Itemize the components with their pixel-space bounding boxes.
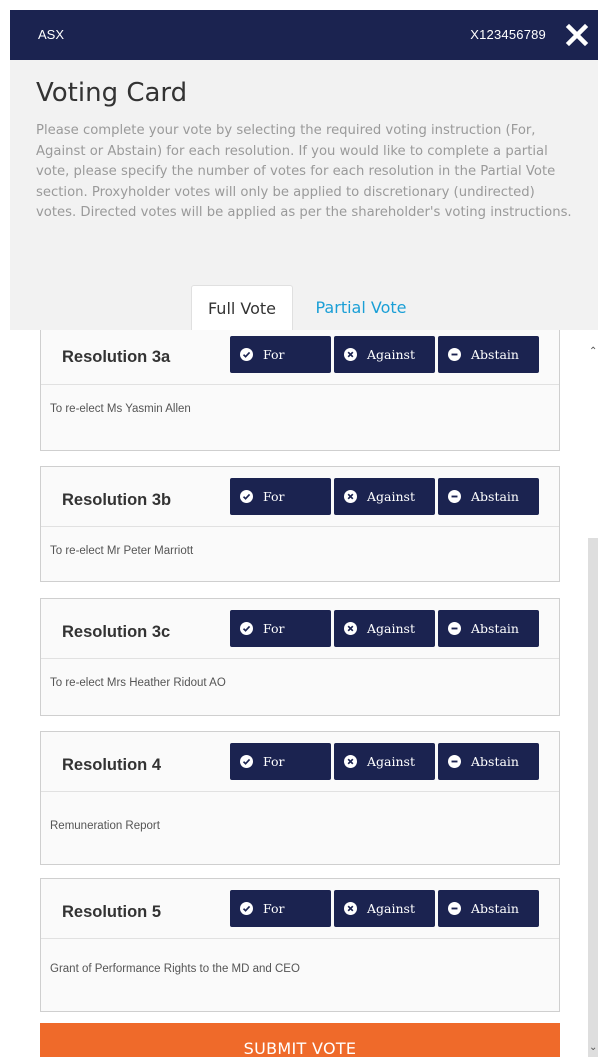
- close-icon[interactable]: [560, 18, 594, 52]
- scroll-down-icon[interactable]: ⌄: [589, 1042, 597, 1053]
- abstain-button[interactable]: Abstain: [438, 890, 539, 927]
- submit-vote-button[interactable]: SUBMIT VOTE: [40, 1023, 560, 1057]
- for-label: For: [263, 754, 285, 769]
- scroll-up-icon[interactable]: ⌃: [589, 346, 597, 357]
- check-circle-icon: [240, 755, 253, 768]
- against-button[interactable]: Against: [334, 336, 435, 373]
- check-circle-icon: [240, 348, 253, 361]
- check-circle-icon: [240, 902, 253, 915]
- scrollbar-thumb[interactable]: [588, 538, 598, 1057]
- abstain-label: Abstain: [471, 901, 519, 916]
- account-number: X123456789: [470, 27, 546, 42]
- exchange-label: ASX: [38, 27, 65, 42]
- for-label: For: [263, 621, 285, 636]
- minus-circle-icon: [448, 490, 461, 503]
- resolution-title: Resolution 3c: [62, 623, 171, 641]
- against-button[interactable]: Against: [334, 890, 435, 927]
- abstain-label: Abstain: [471, 754, 519, 769]
- resolution-description: Grant of Performance Rights to the MD an…: [50, 963, 300, 975]
- minus-circle-icon: [448, 755, 461, 768]
- card-divider: [41, 526, 559, 527]
- x-circle-icon: [344, 490, 357, 503]
- x-circle-icon: [344, 348, 357, 361]
- abstain-button[interactable]: Abstain: [438, 478, 539, 515]
- abstain-button[interactable]: Abstain: [438, 610, 539, 647]
- against-label: Against: [367, 754, 415, 769]
- resolution-description: To re-elect Mr Peter Marriott: [50, 545, 194, 557]
- check-circle-icon: [240, 490, 253, 503]
- for-button[interactable]: For: [230, 743, 331, 780]
- x-circle-icon: [344, 622, 357, 635]
- against-button[interactable]: Against: [334, 743, 435, 780]
- for-button[interactable]: For: [230, 478, 331, 515]
- against-label: Against: [367, 347, 415, 362]
- resolution-card: Resolution 3c For Against Abstain To re-…: [40, 598, 560, 716]
- page-title: Voting Card: [36, 78, 188, 108]
- resolution-title: Resolution 4: [62, 756, 162, 774]
- resolution-title: Resolution 5: [62, 903, 162, 921]
- card-divider: [41, 384, 559, 385]
- resolution-card: Resolution 4 For Against Abstain Remuner…: [40, 731, 560, 865]
- against-label: Against: [367, 621, 415, 636]
- resolution-card: Resolution 3b For Against Abstain To re-…: [40, 466, 560, 582]
- abstain-button[interactable]: Abstain: [438, 336, 539, 373]
- resolution-title: Resolution 3b: [62, 491, 172, 509]
- for-button[interactable]: For: [230, 890, 331, 927]
- resolution-card: Resolution 3a For Against Abstain To re-…: [40, 330, 560, 451]
- check-circle-icon: [240, 622, 253, 635]
- resolution-title: Resolution 3a: [62, 348, 171, 366]
- card-divider: [41, 791, 559, 792]
- resolution-description: To re-elect Mrs Heather Ridout AO: [50, 677, 226, 689]
- against-button[interactable]: Against: [334, 610, 435, 647]
- card-divider: [41, 658, 559, 659]
- against-button[interactable]: Against: [334, 478, 435, 515]
- for-button[interactable]: For: [230, 336, 331, 373]
- minus-circle-icon: [448, 622, 461, 635]
- for-button[interactable]: For: [230, 610, 331, 647]
- abstain-label: Abstain: [471, 621, 519, 636]
- resolutions-panel[interactable]: Resolution 3a For Against Abstain To re-…: [10, 330, 588, 1057]
- top-bar: ASX X123456789: [10, 10, 598, 60]
- resolution-card: Resolution 5 For Against Abstain Grant o…: [40, 878, 560, 1012]
- against-label: Against: [367, 489, 415, 504]
- resolution-description: Remuneration Report: [50, 820, 160, 832]
- for-label: For: [263, 489, 285, 504]
- minus-circle-icon: [448, 902, 461, 915]
- x-circle-icon: [344, 755, 357, 768]
- tab-partial-vote[interactable]: Partial Vote: [303, 285, 419, 331]
- minus-circle-icon: [448, 348, 461, 361]
- against-label: Against: [367, 901, 415, 916]
- x-circle-icon: [344, 902, 357, 915]
- abstain-button[interactable]: Abstain: [438, 743, 539, 780]
- resolution-description: To re-elect Ms Yasmin Allen: [50, 403, 191, 415]
- tab-full-vote[interactable]: Full Vote: [191, 285, 293, 331]
- card-divider: [41, 938, 559, 939]
- for-label: For: [263, 901, 285, 916]
- abstain-label: Abstain: [471, 347, 519, 362]
- abstain-label: Abstain: [471, 489, 519, 504]
- instructions-text: Please complete your vote by selecting t…: [36, 123, 572, 220]
- for-label: For: [263, 347, 285, 362]
- scrollbar[interactable]: ⌃ ⌄: [588, 330, 598, 1057]
